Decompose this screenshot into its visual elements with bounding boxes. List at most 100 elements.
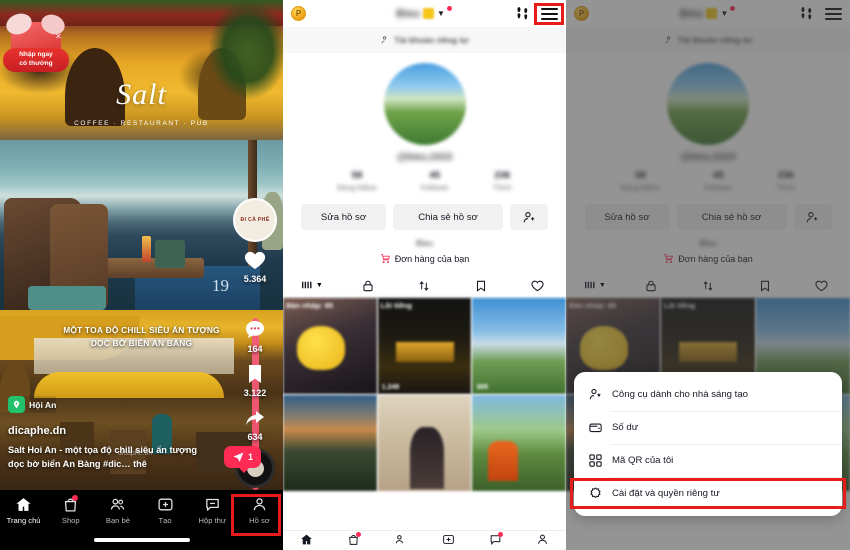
arch-right (198, 48, 246, 120)
profile-handle: @bieu.2410 (396, 152, 453, 163)
video-thumbnail[interactable]: 305 (472, 298, 566, 394)
video-grid: Bản nháp: 65 Lồi tiếng 1.249 305 (283, 298, 566, 491)
close-icon[interactable]: ✕ (55, 32, 62, 41)
tab-hop-thu[interactable]: Hộp thư (189, 496, 236, 525)
location-chip[interactable]: Hội An (8, 396, 57, 413)
tab-repost[interactable] (396, 279, 453, 293)
engagement-rail-like: 5.364 (233, 248, 277, 292)
location-pin-icon (8, 396, 25, 413)
comment-icon (246, 321, 264, 338)
like-button[interactable]: 5.364 (242, 248, 268, 284)
menu-item-creator-tools[interactable]: Công cụ dành cho nhà sáng tạo (574, 378, 842, 411)
menu-item-label: Số dư (612, 422, 639, 433)
comment-count: 164 (247, 344, 263, 354)
notification-dot (446, 6, 452, 11)
coin-icon[interactable]: P (291, 6, 306, 21)
tab-trang-chu[interactable] (283, 533, 330, 546)
thumbnail-label: Bản nháp: 65 (286, 301, 334, 310)
profile-header: P Bieu ▼ (283, 0, 566, 27)
bookmark-icon (249, 365, 261, 383)
tab-hop-thu[interactable] (472, 532, 519, 546)
share-profile-button[interactable]: Chia sẻ hồ sơ (393, 204, 503, 230)
share-count: 634 (247, 432, 263, 442)
stat-likes[interactable]: 236 Thích (493, 170, 512, 192)
private-account-label: Tài khoản riêng tư (394, 35, 469, 45)
home-icon (301, 534, 312, 545)
location-name: Hội An (29, 399, 57, 410)
tab-ban-be[interactable]: Bạn bè (94, 496, 141, 525)
friends-icon (111, 498, 125, 510)
stat-following[interactable]: 58 Đang follow (337, 170, 376, 192)
tab-saved[interactable] (453, 279, 510, 293)
share-arrow-icon (246, 411, 264, 425)
add-friend-button[interactable] (510, 204, 548, 230)
video-thumbnail[interactable]: Lồi tiếng 1.249 (377, 298, 472, 394)
tab-private[interactable] (340, 279, 397, 293)
stat-followers[interactable]: 45 Follower (421, 170, 449, 192)
create-plus-icon (158, 498, 173, 511)
feed-panel: Salt COFFEE · RESTAURANT · PUB 19 MỘT TO… (0, 0, 283, 550)
tab-shop[interactable]: Shop (47, 495, 94, 525)
verified-badge-icon (422, 8, 434, 19)
menu-item-label: Công cụ dành cho nhà sáng tạo (612, 389, 749, 400)
inbox-badge-dot (497, 532, 503, 537)
tab-ban-be[interactable] (377, 533, 424, 546)
chevron-down-icon[interactable]: ▼ (437, 9, 445, 18)
salt-logo-text: Salt (116, 78, 167, 111)
avatar[interactable] (383, 63, 466, 145)
profile-bio: Bieu (415, 238, 433, 248)
tab-posts[interactable]: ▼ (283, 279, 340, 292)
promo-label: Nhập ngay có thưởng (3, 48, 69, 72)
menu-item-settings-privacy[interactable]: Cài đặt và quyền riêng tư (570, 477, 846, 510)
tab-trang-chu[interactable]: Trang chủ (0, 496, 47, 525)
tab-tao[interactable] (425, 533, 472, 546)
menu-item-balance[interactable]: Số dư (574, 411, 842, 444)
tab-ho-so[interactable] (519, 533, 566, 546)
orders-label: Đơn hàng của bạn (394, 253, 470, 264)
lock-icon (363, 280, 373, 291)
table-box (155, 240, 185, 268)
tab-tao[interactable]: Tạo (142, 496, 189, 525)
private-person-icon (382, 36, 387, 44)
private-account-banner[interactable]: Tài khoản riêng tư (283, 27, 566, 53)
bottle (142, 236, 151, 262)
bookmark-icon (477, 280, 486, 292)
profile-action-buttons: Sửa hồ sơ Chia sẻ hồ sơ (283, 204, 566, 230)
shop-badge-dot (356, 532, 362, 537)
bookmark-button[interactable]: 3.122 (243, 362, 267, 398)
profile-person-icon (538, 534, 547, 544)
video-thumbnail[interactable] (377, 395, 472, 491)
creator-tools-icon (589, 388, 601, 400)
inbox-icon (205, 498, 219, 511)
footprints-icon[interactable] (513, 5, 532, 22)
interior-counter (34, 372, 224, 398)
video-thumbnail[interactable] (472, 395, 566, 491)
menu-item-qr-code[interactable]: Mã QR của tôi (574, 444, 842, 477)
tab-liked[interactable] (509, 279, 566, 293)
shopping-cart-icon (380, 253, 390, 264)
bookmark-count: 3.122 (243, 388, 267, 398)
video-caption: Salt Hoi An - một tọa độ chill siêu ấn t… (8, 445, 197, 469)
settings-menu-sheet: Công cụ dành cho nhà sáng tạo Số dư Mã Q… (570, 372, 846, 516)
profile-stats: 58 Đang follow 45 Follower 236 Thích (283, 170, 566, 192)
profile-content-tabs: ▼ (283, 274, 566, 298)
grid-icon (301, 281, 312, 289)
comment-button[interactable]: 164 (242, 318, 268, 354)
thumbnail-views: 305 (476, 384, 489, 391)
video-thumbnail[interactable]: Bản nháp: 65 (283, 298, 377, 394)
promo-banner[interactable]: ✕ Nhập ngay có thưởng (3, 22, 69, 76)
profile-bottom-tabbar (283, 530, 566, 550)
hamburger-menu-icon[interactable] (541, 7, 558, 20)
engagement-rail: 164 3.122 634 (233, 318, 277, 450)
video-thumbnail[interactable] (283, 395, 377, 491)
your-orders-row[interactable]: Đơn hàng của bạn (283, 253, 566, 264)
share-button[interactable]: 634 (242, 406, 268, 442)
edit-profile-button[interactable]: Sửa hồ sơ (301, 204, 386, 230)
like-count: 5.364 (243, 274, 267, 284)
author-handle[interactable]: dicaphe.dn (8, 425, 66, 437)
home-icon (16, 498, 31, 511)
tab-shop[interactable] (330, 532, 377, 546)
menu-item-label: Mã QR của tôi (612, 455, 674, 466)
stat-value: 45 (429, 170, 440, 181)
add-person-icon (523, 211, 534, 222)
